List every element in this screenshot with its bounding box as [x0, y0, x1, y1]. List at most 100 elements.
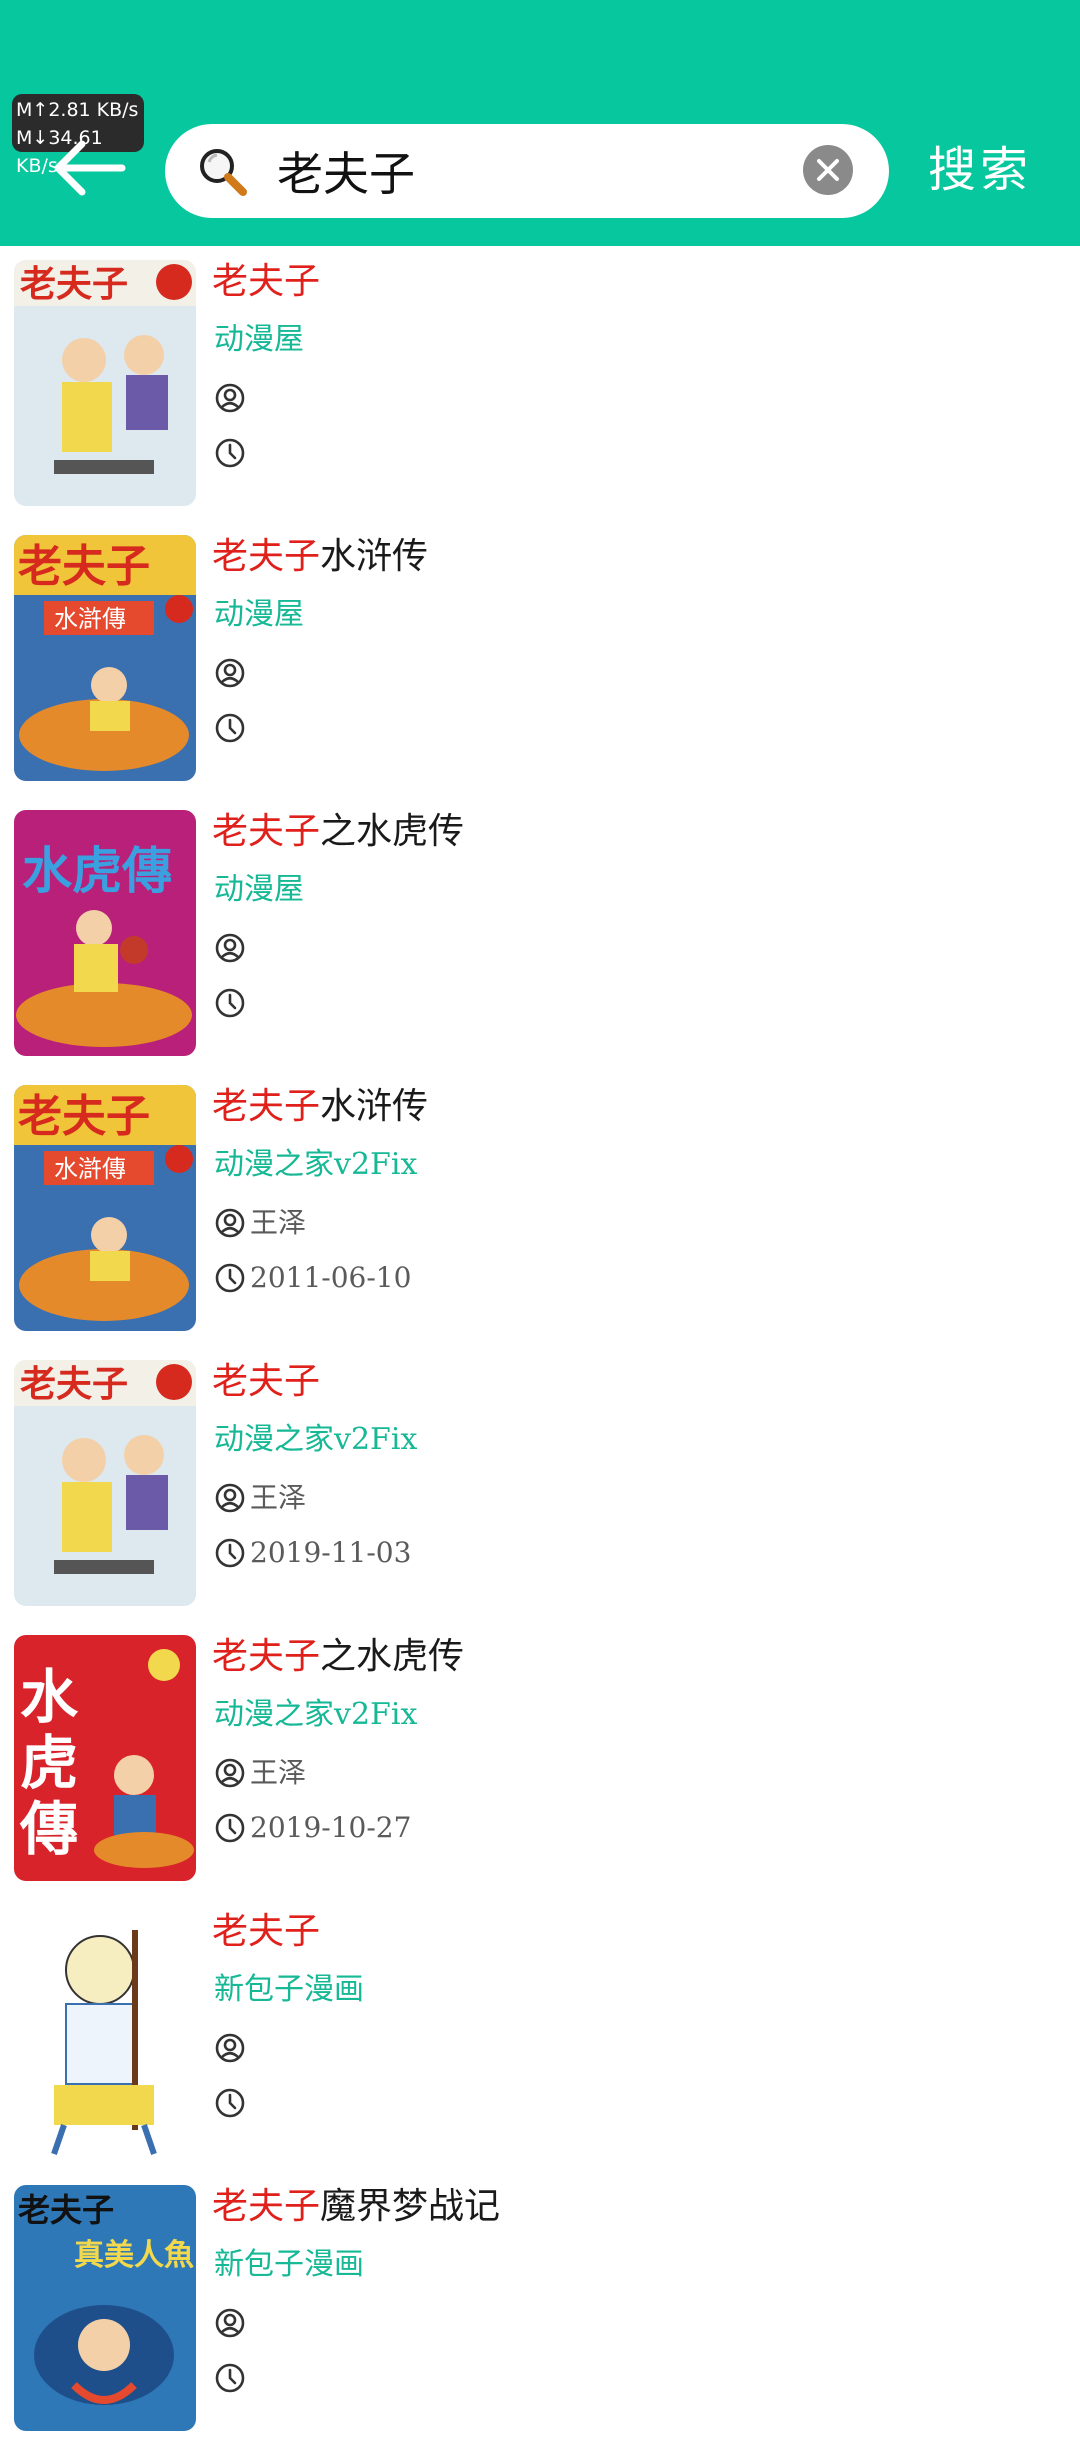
result-author	[214, 653, 250, 693]
author-name: 王泽	[250, 1206, 307, 1239]
comic-cover: 老夫子 水滸傳	[14, 535, 196, 781]
result-title: 老夫子水浒传	[212, 533, 428, 581]
comic-cover	[14, 1910, 196, 2156]
clock-icon	[215, 713, 245, 742]
user-icon	[215, 2308, 245, 2337]
result-title: 老夫子	[212, 1358, 320, 1406]
comic-cover: 老夫子	[14, 260, 196, 506]
title-keyword: 老夫子	[212, 1636, 321, 1677]
title-rest: 之水虎传	[320, 1636, 465, 1677]
result-title: 老夫子	[212, 258, 320, 306]
title-keyword: 老夫子	[212, 536, 321, 577]
comic-cover: 水 虎 傳	[14, 1635, 196, 1881]
author-name: 王泽	[250, 1481, 307, 1514]
comic-cover: 老夫子	[14, 1360, 196, 1606]
result-item[interactable]: 老夫子 老夫子 动漫屋	[0, 246, 1080, 521]
result-date	[214, 708, 250, 748]
update-date: 2011-06-10	[250, 1261, 412, 1294]
clear-search-icon[interactable]	[802, 144, 854, 196]
result-source: 新包子漫画	[214, 1972, 364, 2007]
result-source: 动漫屋	[214, 872, 304, 907]
svg-text:水虎傳: 水虎傳	[22, 841, 172, 900]
clock-icon	[215, 988, 245, 1017]
svg-text:真美人魚: 真美人魚	[74, 2238, 194, 2273]
top-app-bar: M↑2.81 KB/s M↓34.61 KB/s 搜索	[0, 0, 1080, 246]
svg-text:老夫子: 老夫子	[20, 263, 128, 305]
svg-text:傳: 傳	[19, 1795, 78, 1863]
result-title: 老夫子	[212, 1908, 320, 1956]
svg-text:虎: 虎	[20, 1729, 78, 1797]
result-item[interactable]: 老夫子 水滸傳 老夫子水浒传 动漫屋	[0, 521, 1080, 796]
result-date: 2011-06-10	[214, 1258, 411, 1298]
result-source: 动漫之家v2Fix	[214, 1147, 418, 1182]
result-date	[214, 433, 250, 473]
clock-icon	[215, 1263, 245, 1292]
author-name: 王泽	[250, 1756, 307, 1789]
result-author: 王泽	[214, 1478, 306, 1518]
result-date	[214, 2083, 250, 2123]
result-item[interactable]: 水 虎 傳 老夫子之水虎传 动漫之家v2Fix 王泽 2019-10-27	[0, 1621, 1080, 1896]
result-item[interactable]: 老夫子 真美人魚 老夫子魔界梦战记 新包子漫画	[0, 2171, 1080, 2446]
result-source: 动漫之家v2Fix	[214, 1422, 418, 1457]
title-rest: 之水虎传	[320, 811, 465, 852]
title-keyword: 老夫子	[212, 2186, 321, 2227]
result-author	[214, 378, 250, 418]
clock-icon	[215, 2363, 245, 2392]
result-item[interactable]: 老夫子 老夫子 动漫之家v2Fix 王泽 2019-11-03	[0, 1346, 1080, 1621]
clock-icon	[215, 438, 245, 467]
user-icon	[215, 383, 245, 412]
svg-text:老夫子: 老夫子	[18, 1091, 150, 1142]
search-box	[165, 124, 889, 218]
title-keyword: 老夫子	[212, 1086, 321, 1127]
clock-icon	[215, 1538, 245, 1567]
result-title: 老夫子之水虎传	[212, 808, 464, 856]
title-keyword: 老夫子	[212, 811, 321, 852]
svg-text:老夫子: 老夫子	[20, 1363, 128, 1405]
update-date: 2019-10-27	[250, 1811, 412, 1844]
upload-speed: M↑2.81 KB/s	[16, 99, 139, 121]
comic-cover: 水虎傳	[14, 810, 196, 1056]
result-date	[214, 2358, 250, 2398]
result-title: 老夫子之水虎传	[212, 1633, 464, 1681]
title-rest: 水浒传	[320, 1086, 429, 1127]
result-source: 动漫屋	[214, 597, 304, 632]
result-author	[214, 2028, 250, 2068]
comic-cover: 老夫子 水滸傳	[14, 1085, 196, 1331]
user-icon	[215, 933, 245, 962]
result-item[interactable]: 老夫子 水滸傳 老夫子水浒传 动漫之家v2Fix 王泽 2011-06-10	[0, 1071, 1080, 1346]
result-author	[214, 2303, 250, 2343]
user-icon	[215, 658, 245, 687]
user-icon	[215, 1758, 245, 1787]
svg-text:老夫子: 老夫子	[18, 541, 150, 592]
result-source: 新包子漫画	[214, 2247, 364, 2282]
user-icon	[215, 2033, 245, 2062]
user-icon	[215, 1208, 245, 1237]
result-date: 2019-11-03	[214, 1533, 411, 1573]
result-source: 动漫屋	[214, 322, 304, 357]
comic-cover: 老夫子 真美人魚	[14, 2185, 196, 2431]
svg-text:水滸傳: 水滸傳	[54, 1155, 126, 1183]
search-results-list: 老夫子 老夫子 动漫屋 老夫子 水滸傳 老夫子水浒传 动漫屋 水虎傳 老夫子之水…	[0, 246, 1080, 2446]
title-keyword: 老夫子	[212, 1911, 321, 1952]
title-rest: 水浒传	[320, 536, 429, 577]
search-button[interactable]: 搜索	[928, 134, 1058, 206]
result-source: 动漫之家v2Fix	[214, 1697, 418, 1732]
svg-text:老夫子: 老夫子	[18, 2191, 114, 2229]
title-rest: 魔界梦战记	[320, 2186, 501, 2227]
title-keyword: 老夫子	[212, 1361, 321, 1402]
update-date: 2019-11-03	[250, 1536, 412, 1569]
result-date: 2019-10-27	[214, 1808, 411, 1848]
result-date	[214, 983, 250, 1023]
back-arrow-icon[interactable]	[48, 136, 134, 200]
result-title: 老夫子水浒传	[212, 1083, 428, 1131]
user-icon	[215, 1483, 245, 1512]
title-keyword: 老夫子	[212, 261, 321, 302]
result-title: 老夫子魔界梦战记	[212, 2183, 500, 2231]
search-input[interactable]	[277, 140, 837, 202]
search-icon	[195, 144, 251, 200]
result-item[interactable]: 老夫子 新包子漫画	[0, 1896, 1080, 2171]
result-author: 王泽	[214, 1753, 306, 1793]
result-item[interactable]: 水虎傳 老夫子之水虎传 动漫屋	[0, 796, 1080, 1071]
result-author	[214, 928, 250, 968]
result-author: 王泽	[214, 1203, 306, 1243]
